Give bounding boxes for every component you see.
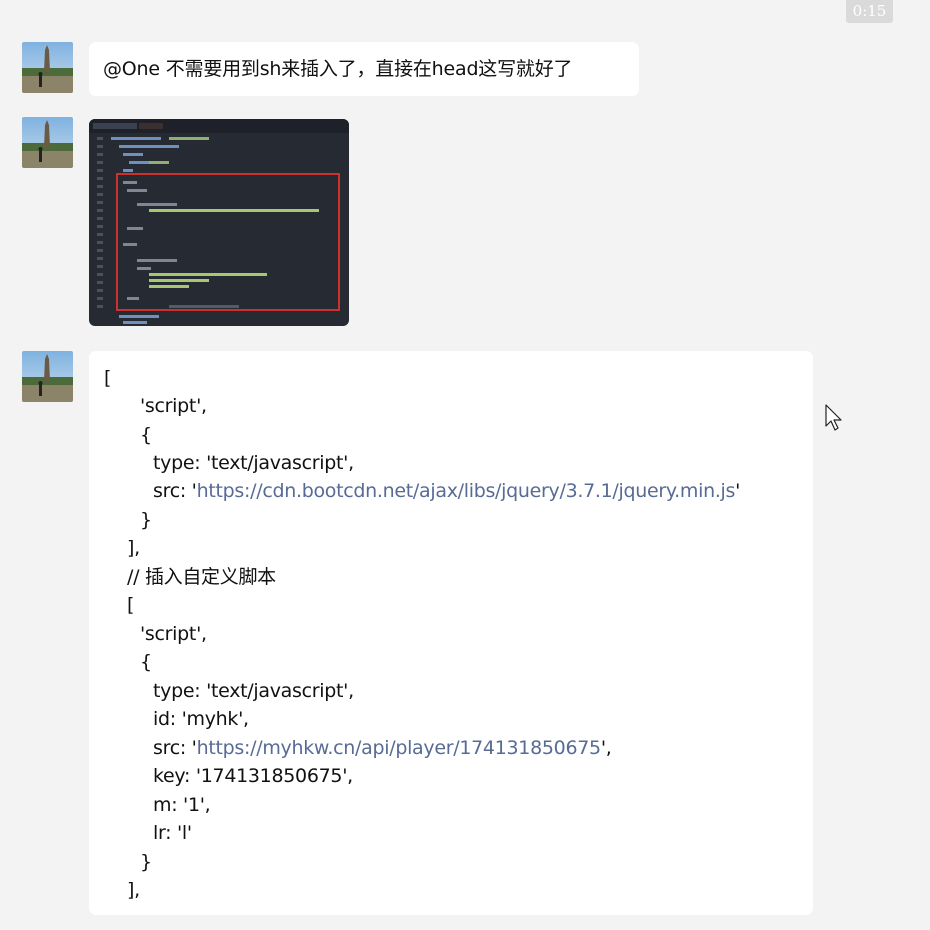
code-line: [ bbox=[127, 594, 135, 616]
code-line: m: '1', bbox=[153, 794, 211, 816]
code-line: id: 'myhk', bbox=[153, 708, 249, 730]
code-line: src: 'https://cdn.bootcdn.net/ajax/libs/… bbox=[153, 477, 740, 505]
code-line: ], bbox=[127, 537, 140, 559]
code-line: lr: 'l' bbox=[153, 822, 192, 844]
sender-avatar[interactable] bbox=[22, 351, 73, 402]
avatar-image bbox=[22, 42, 73, 93]
message-timestamp: 0:15 bbox=[846, 0, 893, 23]
code-text: ', bbox=[600, 737, 612, 759]
code-line: } bbox=[140, 509, 152, 531]
code-text: src: ' bbox=[153, 480, 197, 502]
avatar-image bbox=[22, 117, 73, 168]
message-text: @One 不需要用到sh来插入了，直接在head这写就好了 bbox=[103, 58, 573, 80]
code-line: type: 'text/javascript', bbox=[153, 680, 354, 702]
avatar-image bbox=[22, 351, 73, 402]
code-line: ], bbox=[127, 879, 140, 901]
text-message-bubble[interactable]: @One 不需要用到sh来插入了，直接在head这写就好了 bbox=[89, 42, 639, 96]
code-line: key: '174131850675', bbox=[153, 765, 353, 787]
code-line: { bbox=[140, 651, 152, 673]
code-comment: // 插入自定义脚本 bbox=[127, 566, 276, 588]
code-editor-screenshot bbox=[89, 119, 349, 326]
code-line: 'script', bbox=[140, 623, 207, 645]
code-text: ' bbox=[735, 480, 741, 502]
code-line: type: 'text/javascript', bbox=[153, 452, 354, 474]
code-line: [ bbox=[104, 367, 112, 389]
code-message-bubble[interactable]: [ 'script', { type: 'text/javascript', s… bbox=[89, 351, 813, 915]
code-text: src: ' bbox=[153, 737, 197, 759]
code-line: src: 'https://myhkw.cn/api/player/174131… bbox=[153, 734, 612, 762]
sender-avatar[interactable] bbox=[22, 42, 73, 93]
mouse-pointer-icon bbox=[825, 404, 842, 431]
code-line: { bbox=[140, 424, 152, 446]
url-link[interactable]: https://cdn.bootcdn.net/ajax/libs/jquery… bbox=[197, 480, 736, 502]
image-message[interactable] bbox=[89, 119, 349, 326]
url-link[interactable]: https://myhkw.cn/api/player/174131850675 bbox=[197, 737, 602, 759]
code-line: } bbox=[140, 851, 152, 873]
code-line: 'script', bbox=[140, 395, 207, 417]
sender-avatar[interactable] bbox=[22, 117, 73, 168]
